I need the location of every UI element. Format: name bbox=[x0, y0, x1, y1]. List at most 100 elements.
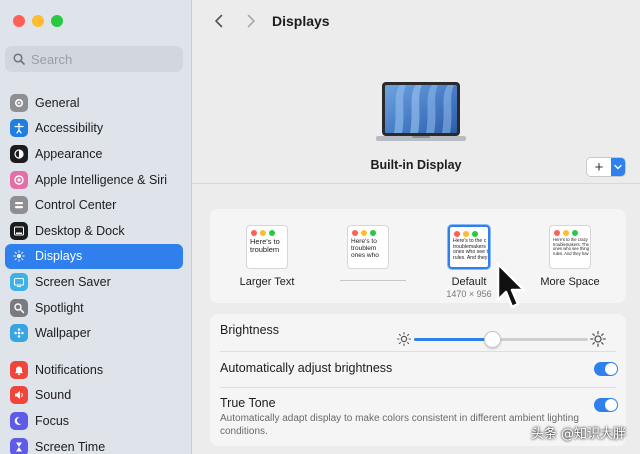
brightness-row: Brightness bbox=[210, 323, 626, 348]
sidebar-item-label: Wallpaper bbox=[35, 326, 91, 341]
resolution-label: More Space bbox=[540, 276, 600, 288]
window-controls bbox=[13, 15, 63, 27]
sidebar-item-apple-intelligence-siri[interactable]: Apple Intelligence & Siri bbox=[5, 167, 183, 193]
spotlight-icon bbox=[14, 302, 25, 313]
preview-text: Here's to the crazy troublemakers. The o… bbox=[553, 237, 590, 256]
sidebar-item-control-center[interactable]: Control Center bbox=[5, 192, 183, 218]
sidebar-item-focus[interactable]: Focus bbox=[5, 408, 183, 434]
sidebar-icon-wrapper bbox=[10, 386, 28, 405]
sun-small-icon bbox=[396, 331, 412, 347]
forward-button[interactable] bbox=[242, 12, 260, 30]
preview-dot bbox=[260, 230, 266, 236]
sidebar-item-label: Sound bbox=[35, 388, 72, 403]
sidebar-item-label: Appearance bbox=[35, 146, 103, 161]
laptop-display-icon[interactable] bbox=[374, 80, 468, 146]
chevron-left-icon bbox=[215, 14, 223, 28]
sidebar-nav-group-notifications: Notifications Sound Focus Screen Time bbox=[5, 357, 183, 454]
sidebar-icon-wrapper bbox=[10, 93, 28, 112]
sidebar-icon-wrapper bbox=[10, 324, 28, 343]
sun-icon bbox=[13, 250, 25, 263]
preview-dot bbox=[361, 230, 367, 236]
sidebar-icon-wrapper bbox=[10, 411, 28, 430]
sidebar-item-label: Focus bbox=[35, 413, 70, 428]
add-display-button[interactable]: + bbox=[587, 158, 611, 176]
system-settings-window: General Accessibility Appearance Apple Inte… bbox=[0, 0, 640, 454]
gear-icon bbox=[14, 98, 24, 107]
preview-dot bbox=[454, 231, 460, 237]
add-display-control: + bbox=[586, 157, 626, 177]
wallpaper-icon bbox=[14, 328, 24, 338]
resolution-preview[interactable]: Here's to the crazy troublemakers. The o… bbox=[549, 225, 591, 269]
sidebar-item-sound[interactable]: Sound bbox=[5, 383, 183, 409]
display-name: Built-in Display bbox=[370, 158, 462, 172]
sidebar-icon-wrapper bbox=[10, 144, 28, 163]
resolution-option[interactable]: Here's to troublem Larger Text bbox=[227, 225, 307, 288]
sidebar-icon-wrapper bbox=[10, 247, 28, 265]
brightness-slider[interactable] bbox=[396, 329, 606, 349]
sidebar-item-screen-saver[interactable]: Screen Saver bbox=[5, 269, 183, 295]
sidebar-search[interactable] bbox=[5, 46, 183, 72]
close-window-button[interactable] bbox=[13, 15, 25, 27]
sidebar-icon-wrapper bbox=[10, 437, 28, 454]
preview-dot bbox=[472, 231, 478, 237]
sidebar-item-appearance[interactable]: Appearance bbox=[5, 141, 183, 167]
auto-brightness-row: Automatically adjust brightness bbox=[210, 361, 626, 376]
sidebar-item-screen-time[interactable]: Screen Time bbox=[5, 434, 183, 454]
zoom-window-button[interactable] bbox=[51, 15, 63, 27]
divider bbox=[220, 387, 616, 388]
preview-dot bbox=[463, 231, 469, 237]
sidebar-item-label: Displays bbox=[35, 249, 83, 264]
main-content: Displays Built-in Display + Brightness A… bbox=[192, 0, 640, 454]
sidebar-nav-group-system: General Accessibility Appearance Apple Inte… bbox=[5, 90, 183, 346]
chevron-right-icon bbox=[247, 14, 255, 28]
sidebar-item-general[interactable]: General bbox=[5, 90, 183, 116]
auto-brightness-toggle[interactable] bbox=[594, 362, 618, 376]
screen-saver-icon bbox=[13, 277, 25, 288]
sidebar-item-label: Accessibility bbox=[35, 121, 104, 136]
sidebar-item-desktop-dock[interactable]: Desktop & Dock bbox=[5, 218, 183, 244]
sidebar-item-label: Screen Saver bbox=[35, 274, 111, 289]
true-tone-toggle[interactable] bbox=[594, 398, 618, 412]
resolution-preview[interactable]: Here's to troublem ones who bbox=[347, 225, 389, 269]
preview-text: Here's to troublem bbox=[250, 237, 280, 255]
minimize-window-button[interactable] bbox=[32, 15, 44, 27]
bell-icon bbox=[15, 366, 23, 375]
sidebar-icon-wrapper bbox=[10, 221, 28, 240]
display-arrangement: Built-in Display + bbox=[192, 44, 640, 184]
back-button[interactable] bbox=[210, 12, 228, 30]
sidebar-item-label: Desktop & Dock bbox=[35, 223, 125, 238]
appearance-icon bbox=[14, 149, 24, 159]
sidebar-icon-wrapper bbox=[10, 360, 28, 379]
moon-icon bbox=[14, 416, 22, 425]
resolution-panel: Here's to troublem Larger Text Here's to t… bbox=[210, 209, 626, 303]
brightness-track[interactable] bbox=[414, 331, 588, 348]
sidebar-icon-wrapper bbox=[10, 196, 28, 215]
sidebar-item-accessibility[interactable]: Accessibility bbox=[5, 116, 183, 142]
resolution-option[interactable]: Here's to troublem ones who bbox=[328, 225, 408, 269]
hourglass-icon bbox=[16, 442, 22, 452]
brightness-knob[interactable] bbox=[484, 331, 502, 348]
sidebar-item-spotlight[interactable]: Spotlight bbox=[5, 295, 183, 321]
preview-dot bbox=[572, 230, 578, 236]
sidebar-item-displays[interactable]: Displays bbox=[5, 243, 183, 270]
toolbar: Displays bbox=[192, 0, 640, 44]
resolution-preview[interactable]: Here's to troublem bbox=[246, 225, 288, 269]
sidebar-icon-wrapper bbox=[10, 298, 28, 317]
chevron-down-icon bbox=[614, 164, 622, 170]
resolution-option[interactable]: Here's to the crazy troublemakers. The o… bbox=[530, 225, 610, 288]
sidebar-item-notifications[interactable]: Notifications bbox=[5, 357, 183, 383]
true-tone-description: Automatically adapt display to make colo… bbox=[220, 413, 579, 437]
sidebar-icon-wrapper bbox=[10, 170, 28, 189]
sidebar-item-wallpaper[interactable]: Wallpaper bbox=[5, 320, 183, 346]
speaker-icon bbox=[15, 391, 23, 400]
search-icon bbox=[13, 53, 25, 65]
search-input[interactable] bbox=[31, 51, 171, 67]
page-title: Displays bbox=[272, 13, 330, 29]
preview-dot bbox=[269, 230, 275, 236]
accessibility-icon bbox=[14, 123, 24, 134]
resolution-label: Larger Text bbox=[239, 276, 295, 288]
dock-icon bbox=[14, 226, 24, 236]
auto-brightness-label: Automatically adjust brightness bbox=[220, 361, 393, 375]
resolution-preview[interactable]: Here's to the c troublemakers ones who s… bbox=[448, 225, 490, 269]
add-display-menu-button[interactable] bbox=[611, 158, 625, 176]
